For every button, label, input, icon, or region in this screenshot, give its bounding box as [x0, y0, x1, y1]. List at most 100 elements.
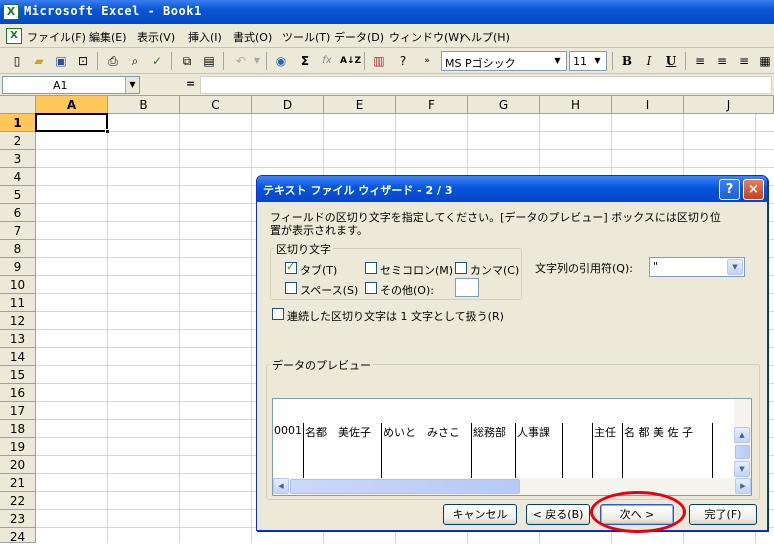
other-delimiter-input[interactable]: [455, 278, 479, 297]
row-header[interactable]: 9: [0, 258, 36, 276]
column-header[interactable]: H: [540, 96, 612, 114]
row-header[interactable]: 17: [0, 402, 36, 420]
back-button[interactable]: < 戻る(B): [526, 504, 590, 525]
row-header[interactable]: 18: [0, 420, 36, 438]
formula-input[interactable]: [200, 76, 772, 94]
scroll-right-icon[interactable]: ▶: [735, 478, 751, 494]
menu-file[interactable]: ファイル(F): [27, 29, 86, 45]
row-header[interactable]: 13: [0, 330, 36, 348]
menu-help[interactable]: ヘルプ(H): [460, 29, 510, 45]
horizontal-scrollbar[interactable]: ◀ ▶: [273, 478, 751, 495]
row-header[interactable]: 4: [0, 168, 36, 186]
row-header[interactable]: 2: [0, 132, 36, 150]
print-icon[interactable]: ⎙: [104, 52, 122, 70]
semicolon-label[interactable]: セミコロン(M): [380, 262, 453, 278]
insert-function-icon[interactable]: fx: [318, 52, 336, 70]
column-header[interactable]: B: [108, 96, 180, 114]
toolbar-options-icon[interactable]: »: [418, 52, 436, 70]
dialog-title-bar[interactable]: テキスト ファイル ウィザード - 2 / 3 ? ×: [257, 176, 767, 202]
name-box[interactable]: A1 ▼: [2, 76, 140, 94]
row-header[interactable]: 6: [0, 204, 36, 222]
column-header[interactable]: E: [324, 96, 396, 114]
new-file-icon[interactable]: ▯: [8, 52, 26, 70]
finish-button[interactable]: 完了(F): [689, 504, 757, 525]
copy-icon[interactable]: ⧉: [178, 52, 196, 70]
save-icon[interactable]: ▣: [52, 52, 70, 70]
fill-handle[interactable]: [105, 129, 110, 134]
chevron-down-icon[interactable]: ▼: [727, 259, 743, 275]
print-preview-icon[interactable]: ⌕: [126, 52, 144, 70]
tab-checkbox[interactable]: [285, 260, 297, 274]
scroll-thumb[interactable]: [735, 445, 750, 459]
select-all-corner[interactable]: [0, 96, 36, 114]
space-checkbox[interactable]: [285, 282, 297, 294]
consecutive-delimiter-label[interactable]: 連続した区切り文字は 1 文字として扱う(R): [287, 308, 504, 324]
text-qualifier-select[interactable]: " ▼: [649, 257, 745, 277]
scroll-down-icon[interactable]: ▼: [734, 461, 750, 477]
other-label[interactable]: その他(O):: [380, 282, 434, 298]
row-header[interactable]: 20: [0, 456, 36, 474]
row-header[interactable]: 22: [0, 492, 36, 510]
cancel-button[interactable]: キャンセル: [443, 504, 517, 525]
row-header[interactable]: 23: [0, 510, 36, 528]
row-header[interactable]: 8: [0, 240, 36, 258]
menu-tools[interactable]: ツール(T): [282, 29, 330, 45]
menu-view[interactable]: 表示(V): [137, 29, 175, 45]
row-header[interactable]: 24: [0, 528, 36, 544]
comma-checkbox[interactable]: [455, 262, 467, 274]
formula-equals-sign[interactable]: =: [186, 77, 195, 90]
column-header[interactable]: G: [468, 96, 540, 114]
permission-icon[interactable]: ⊡: [74, 52, 92, 70]
column-header[interactable]: C: [180, 96, 252, 114]
workbook-icon[interactable]: X: [6, 28, 22, 44]
row-header[interactable]: 3: [0, 150, 36, 168]
menu-data[interactable]: データ(D): [334, 29, 384, 45]
font-name-combo[interactable]: MS Pゴシック ▼: [441, 51, 567, 71]
row-header[interactable]: 14: [0, 348, 36, 366]
paste-icon[interactable]: ▤: [200, 52, 218, 70]
row-header[interactable]: 12: [0, 312, 36, 330]
dialog-help-button[interactable]: ?: [719, 179, 740, 200]
space-label[interactable]: スペース(S): [300, 282, 358, 298]
scroll-thumb[interactable]: [290, 479, 520, 494]
help-icon[interactable]: ?: [394, 52, 412, 70]
open-folder-icon[interactable]: ▰: [30, 52, 48, 70]
scroll-left-icon[interactable]: ◀: [273, 478, 289, 494]
autosum-icon[interactable]: Σ: [296, 52, 314, 70]
row-header[interactable]: 21: [0, 474, 36, 492]
align-center-icon[interactable]: ≡: [713, 52, 731, 70]
menu-window[interactable]: ウィンドウ(W): [389, 29, 463, 45]
undo-dropdown-icon[interactable]: ▼: [248, 52, 266, 70]
spelling-icon[interactable]: ✓: [148, 52, 166, 70]
consecutive-delimiter-checkbox[interactable]: [272, 308, 284, 320]
align-left-icon[interactable]: ≡: [691, 52, 709, 70]
row-header[interactable]: 19: [0, 438, 36, 456]
comma-label[interactable]: カンマ(C): [470, 262, 519, 278]
row-header[interactable]: 1: [0, 114, 36, 132]
chart-wizard-icon[interactable]: ▥: [370, 52, 388, 70]
column-header[interactable]: D: [252, 96, 324, 114]
column-header[interactable]: A: [36, 96, 108, 114]
active-cell[interactable]: [35, 113, 110, 134]
underline-button[interactable]: U: [662, 52, 680, 70]
hyperlink-icon[interactable]: ◉: [272, 52, 290, 70]
italic-button[interactable]: I: [640, 52, 658, 70]
merge-center-icon[interactable]: ▦: [756, 52, 774, 70]
font-size-combo[interactable]: 11 ▼: [569, 51, 607, 71]
row-header[interactable]: 5: [0, 186, 36, 204]
chevron-down-icon[interactable]: ▼: [590, 53, 605, 69]
tab-label[interactable]: タブ(T): [300, 262, 337, 278]
dialog-close-button[interactable]: ×: [743, 179, 764, 200]
vertical-scrollbar[interactable]: ▲ ▼: [734, 399, 751, 479]
row-header[interactable]: 16: [0, 384, 36, 402]
menu-edit[interactable]: 編集(E): [89, 29, 127, 45]
window-title-bar[interactable]: X Microsoft Excel - Book1: [0, 0, 774, 24]
data-preview-box[interactable]: 0001 名都 美佐子 めいと みさこ 総務部 人事課 主任 名 都 美 佐 子…: [272, 398, 752, 496]
column-header[interactable]: I: [612, 96, 684, 114]
column-header[interactable]: J: [684, 96, 774, 114]
row-header[interactable]: 10: [0, 276, 36, 294]
bold-button[interactable]: B: [618, 52, 636, 70]
column-header[interactable]: F: [396, 96, 468, 114]
other-checkbox[interactable]: [365, 282, 377, 294]
scroll-up-icon[interactable]: ▲: [734, 427, 750, 443]
